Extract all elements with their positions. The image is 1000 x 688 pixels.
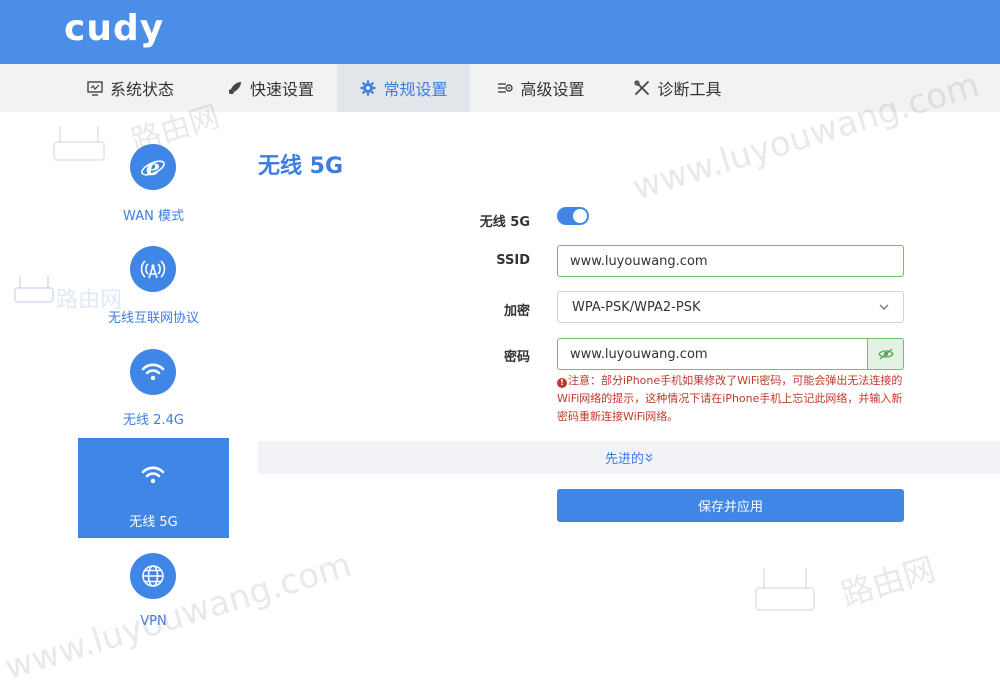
sidebar-item-wireless-24g[interactable]: 无线 2.4G	[78, 336, 229, 436]
ssid-input[interactable]	[557, 245, 904, 277]
sidebar-item-wireless-5g[interactable]: 无线 5G	[78, 438, 229, 538]
nav-quick-setup[interactable]: 快速设置	[205, 64, 335, 112]
iphone-wifi-warning: ! 注意：部分iPhone手机如果修改了WiFi密码，可能会弹出无法连接的WiFi…	[557, 372, 907, 426]
sidebar-item-wisp[interactable]: 无线互联网协议	[78, 233, 229, 333]
sidebar-item-label: 无线互联网协议	[107, 311, 199, 326]
router-watermark-icon	[12, 272, 56, 312]
nav-label: 常规设置	[383, 80, 448, 99]
monitor-icon	[86, 79, 104, 97]
nav-label: 系统状态	[109, 80, 174, 99]
ssid-label: SSID	[496, 253, 530, 268]
sidebar-item-label: 无线 5G	[129, 515, 178, 530]
double-chevron-down-icon	[645, 453, 653, 462]
ie-icon: e	[130, 144, 176, 190]
sliders-icon	[496, 79, 514, 97]
top-bar: cudy	[0, 0, 1000, 64]
nav-diagnostic-tools[interactable]: 诊断工具	[615, 64, 740, 112]
encryption-select[interactable]: WPA-PSK/WPA2-PSK	[557, 291, 904, 323]
eye-slash-icon	[877, 345, 894, 364]
warning-text: 注意：部分iPhone手机如果修改了WiFi密码，可能会弹出无法连接的WiFi网…	[557, 374, 903, 423]
wifi-icon	[130, 349, 176, 395]
wireless-toggle[interactable]	[557, 207, 589, 225]
gear-icon	[359, 79, 377, 97]
password-field	[557, 338, 904, 370]
sidebar-item-label: 无线 2.4G	[123, 413, 184, 428]
toggle-knob	[573, 209, 587, 223]
globe-icon	[130, 553, 176, 599]
nav-general-settings[interactable]: 常规设置	[337, 64, 470, 112]
rocket-icon	[226, 79, 244, 97]
chevron-down-icon	[879, 300, 889, 315]
sidebar-item-label: VPN	[140, 614, 167, 629]
antenna-icon	[130, 246, 176, 292]
nav-system-status[interactable]: 系统状态	[70, 64, 190, 112]
warning-icon: !	[557, 378, 567, 388]
page-title: 无线 5G	[258, 154, 344, 179]
nav-advanced-settings[interactable]: 高级设置	[478, 64, 603, 112]
nav-label: 诊断工具	[657, 80, 722, 99]
nav-label: 快速设置	[249, 80, 314, 99]
toggle-password-visibility-button[interactable]	[867, 338, 904, 370]
password-input[interactable]	[557, 338, 867, 370]
cudy-logo[interactable]: cudy	[64, 8, 164, 49]
wifi-icon	[130, 452, 176, 498]
encryption-value: WPA-PSK/WPA2-PSK	[572, 299, 701, 315]
password-label: 密码	[503, 350, 530, 365]
encryption-label: 加密	[503, 304, 530, 319]
tools-icon	[633, 79, 651, 97]
router-watermark-icon	[752, 560, 822, 624]
save-and-apply-button[interactable]: 保存并应用	[557, 489, 904, 522]
svg-text:e: e	[146, 155, 160, 180]
wireless-toggle-label: 无线 5G	[479, 215, 530, 230]
sidebar-item-label: WAN 模式	[123, 209, 184, 224]
main-nav: 系统状态 快速设置 常规设置 高级设置 诊断工具	[0, 64, 1000, 112]
advanced-label: 先进的	[604, 452, 644, 467]
nav-label: 高级设置	[520, 80, 585, 99]
sidebar-item-wan-mode[interactable]: e WAN 模式	[78, 130, 229, 230]
advanced-toggle[interactable]: 先进的	[258, 441, 1000, 474]
sidebar-item-vpn[interactable]: VPN	[78, 540, 229, 640]
watermark-logo-text: 路由网	[836, 549, 940, 615]
